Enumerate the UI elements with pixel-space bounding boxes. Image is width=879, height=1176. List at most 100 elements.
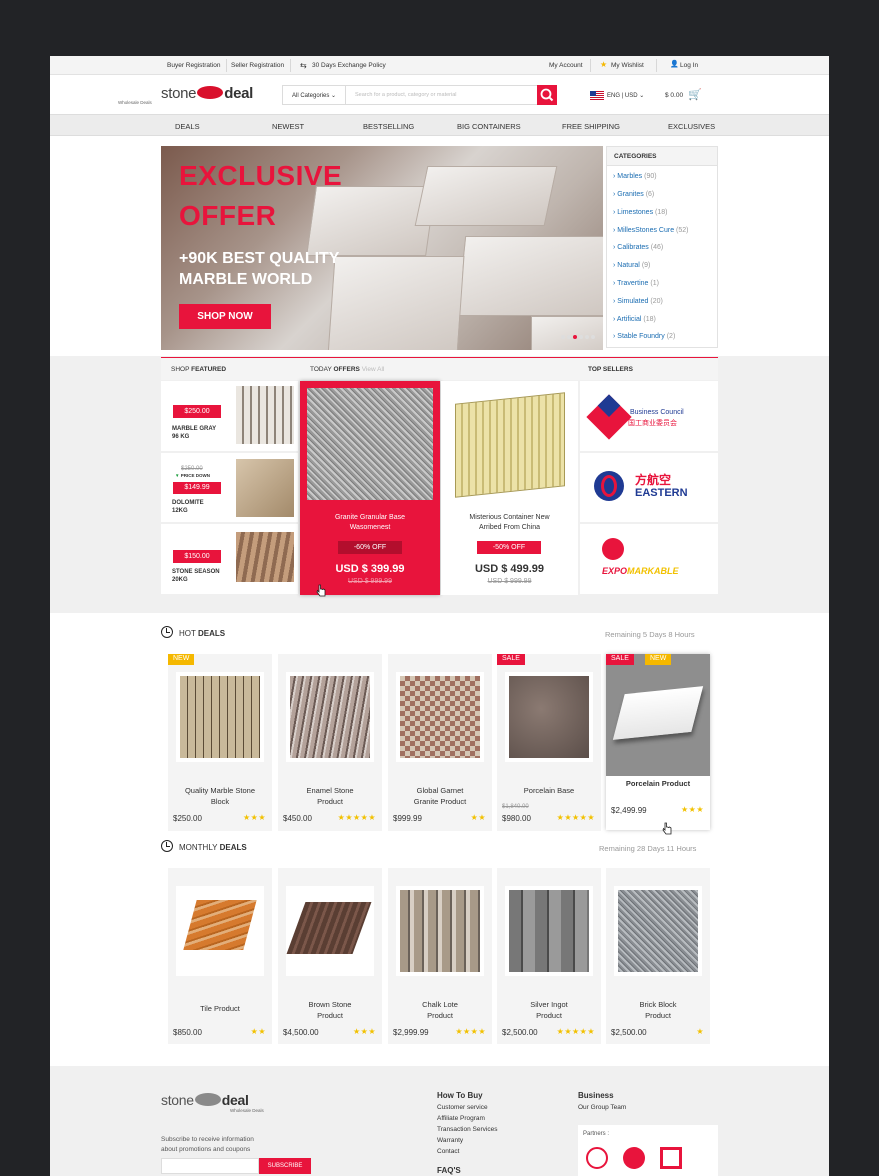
offer-card-highlighted[interactable]: Granite Granular Base Wasomenest -60% OFF… <box>300 381 440 595</box>
footer-link[interactable]: Customer service <box>437 1104 488 1111</box>
category-item[interactable]: › Natural (9) <box>613 262 650 269</box>
rating-stars: ★★★★★ <box>556 1027 595 1036</box>
expomarkable-logo-icon <box>602 538 624 560</box>
category-item[interactable]: › Granites (6) <box>613 191 654 198</box>
seller-registration-link[interactable]: Seller Registration <box>231 62 284 69</box>
footer-link[interactable]: Our Group Team <box>578 1104 626 1111</box>
subscribe-button[interactable]: SUBSCRIBE <box>259 1158 311 1174</box>
product-card[interactable]: Global Garnet Granite Product $999.99 ★★ <box>388 654 492 831</box>
category-item[interactable]: › Marbles (90) <box>613 173 657 180</box>
product-card-highlighted[interactable]: SALE NEW Porcelain Product $2,499.99 ★★★ <box>606 654 710 830</box>
footer-link[interactable]: Affiliate Program <box>437 1115 485 1122</box>
my-wishlist-link[interactable]: My Wishlist <box>611 62 644 69</box>
category-item[interactable]: › Calibrates (46) <box>613 244 663 251</box>
shop-featured-heading: SHOP FEATURED <box>171 366 227 373</box>
hero-banner[interactable]: EXCLUSIVE OFFER +90K BEST QUALITY MARBLE W… <box>161 146 603 350</box>
subscribe-email-input[interactable] <box>161 1158 259 1174</box>
nav-free-shipping[interactable]: FREE SHIPPING <box>562 122 620 131</box>
category-item[interactable]: › Travertine (1) <box>613 280 659 287</box>
footer-link[interactable]: Transaction Services <box>437 1126 497 1133</box>
nav-deals[interactable]: DEALS <box>175 122 200 131</box>
search-icon <box>540 88 554 102</box>
partner-logo[interactable] <box>623 1147 645 1169</box>
product-image <box>396 886 484 976</box>
seller-logo-eastern[interactable]: 方航空 EASTERN <box>580 453 718 522</box>
hand-cursor-icon <box>662 822 672 835</box>
offer-card[interactable]: Misterious Container New Arribed From Chi… <box>441 381 578 595</box>
new-badge: NEW <box>645 654 672 665</box>
category-item[interactable]: › Limestones (18) <box>613 209 667 216</box>
rating-stars: ★★ <box>470 813 486 822</box>
category-item[interactable]: › MillesStones Cure (52) <box>613 227 689 234</box>
product-price: $2,500.00 <box>611 1028 647 1037</box>
nav-big-containers[interactable]: BIG CONTAINERS <box>457 122 521 131</box>
featured-item[interactable]: $250.00 MARBLE GRAY 96 KG <box>161 381 298 451</box>
footer-logo[interactable]: stone deal <box>161 1092 249 1108</box>
product-card[interactable]: Enamel Stone Product $450.00 ★★★★★ <box>278 654 382 831</box>
product-card[interactable]: Tile Product $850.00 ★★ <box>168 868 272 1044</box>
product-card[interactable]: Brown Stone Product $4,500.00 ★★★ <box>278 868 382 1044</box>
offer-name: Granite Granular Base Wasomenest <box>334 514 406 531</box>
search-button[interactable] <box>537 85 557 105</box>
exchange-policy-link[interactable]: 30 Days Exchange Policy <box>312 62 386 69</box>
featured-item[interactable]: $150.00 STONE SEASON 20KG <box>161 524 298 594</box>
categories-panel: CATEGORIES › Marbles (90) › Granites (6)… <box>606 146 718 348</box>
footer-link[interactable]: Contact <box>437 1148 459 1155</box>
partner-logo[interactable] <box>660 1147 682 1169</box>
login-link[interactable]: Log In <box>680 62 698 69</box>
partner-logo[interactable] <box>586 1147 608 1169</box>
product-card[interactable]: NEW Quality Marble Stone Block $250.00 ★★… <box>168 654 272 831</box>
product-name: Brown Stone Product <box>308 1000 352 1020</box>
cart-icon[interactable]: 🛒 <box>688 88 702 101</box>
logo[interactable]: stone deal <box>161 85 253 102</box>
cart-total[interactable]: $ 0.00 <box>665 92 683 99</box>
product-price: $4,500.00 <box>283 1028 319 1037</box>
rating-stars: ★★★ <box>680 805 704 814</box>
featured-item-name: DOLOMITE 12KG <box>172 500 204 514</box>
rating-stars: ★★★ <box>352 1027 376 1036</box>
shop-now-button[interactable]: SHOP NOW <box>179 304 271 329</box>
product-image <box>176 672 264 762</box>
product-name: Brick Block Product <box>639 1000 677 1020</box>
top-bar: Buyer Registration Seller Registration ⇆… <box>50 56 829 75</box>
product-name: Quality Marble Stone Block <box>184 786 256 806</box>
product-card[interactable]: SALE Porcelain Base $1,840.00 $980.00 ★★… <box>497 654 601 831</box>
rating-stars: ★★★★★ <box>556 813 595 822</box>
carousel-dots[interactable] <box>559 326 595 344</box>
featured-item-name: STONE SEASON 20KG <box>172 569 220 583</box>
product-image <box>236 459 294 517</box>
star-icon: ★ <box>600 60 608 69</box>
product-name: Porcelain Product <box>625 779 691 788</box>
seller-logo-expomarkable[interactable]: EXPOMARKABLE <box>580 524 718 594</box>
category-select[interactable]: All Categories ⌄ <box>283 86 346 104</box>
my-account-link[interactable]: My Account <box>549 62 583 69</box>
price-down-label: ▼ PRICE DOWN <box>175 473 210 478</box>
hot-deals-heading: HOT DEALS <box>179 629 226 638</box>
category-item[interactable]: › Stable Foundry (2) <box>613 333 675 340</box>
rating-stars: ★★★★ <box>455 1027 486 1036</box>
category-select-label: All Categories <box>292 93 330 99</box>
product-card[interactable]: Silver Ingot Product $2,500.00 ★★★★★ <box>497 868 601 1044</box>
nav-bestselling[interactable]: BESTSELLING <box>363 122 414 131</box>
category-item[interactable]: › Simulated (20) <box>613 298 663 305</box>
product-image <box>176 886 264 976</box>
us-flag-icon <box>590 91 604 100</box>
view-all-link[interactable]: View All <box>362 366 385 373</box>
buyer-registration-link[interactable]: Buyer Registration <box>167 62 220 69</box>
product-card[interactable]: Chalk Lote Product $2,999.99 ★★★★ <box>388 868 492 1044</box>
search-input[interactable]: Search for a product, category or materi… <box>355 92 457 98</box>
price-tag: $250.00 <box>173 405 221 418</box>
nav-exclusives[interactable]: EXCLUSIVES <box>668 122 715 131</box>
seller-logo-business-council[interactable]: Business Council 国工商业委员会 <box>580 381 718 451</box>
sale-badge: SALE <box>497 654 525 665</box>
nav-newest[interactable]: NEWEST <box>272 122 304 131</box>
offer-old-price: USD $ 999.99 <box>487 578 532 585</box>
featured-item[interactable]: $250.00 ▼ PRICE DOWN $149.99 DOLOMITE 12K… <box>161 453 298 522</box>
footer-link[interactable]: Warranty <box>437 1137 463 1144</box>
product-card[interactable]: Brick Block Product $2,500.00 ★ <box>606 868 710 1044</box>
locale-select[interactable]: ENG | USD ⌄ <box>607 92 644 99</box>
partners-label: Partners : <box>583 1131 610 1137</box>
product-image <box>614 886 702 976</box>
exchange-icon: ⇆ <box>300 61 307 70</box>
category-item[interactable]: › Artificial (18) <box>613 316 656 323</box>
